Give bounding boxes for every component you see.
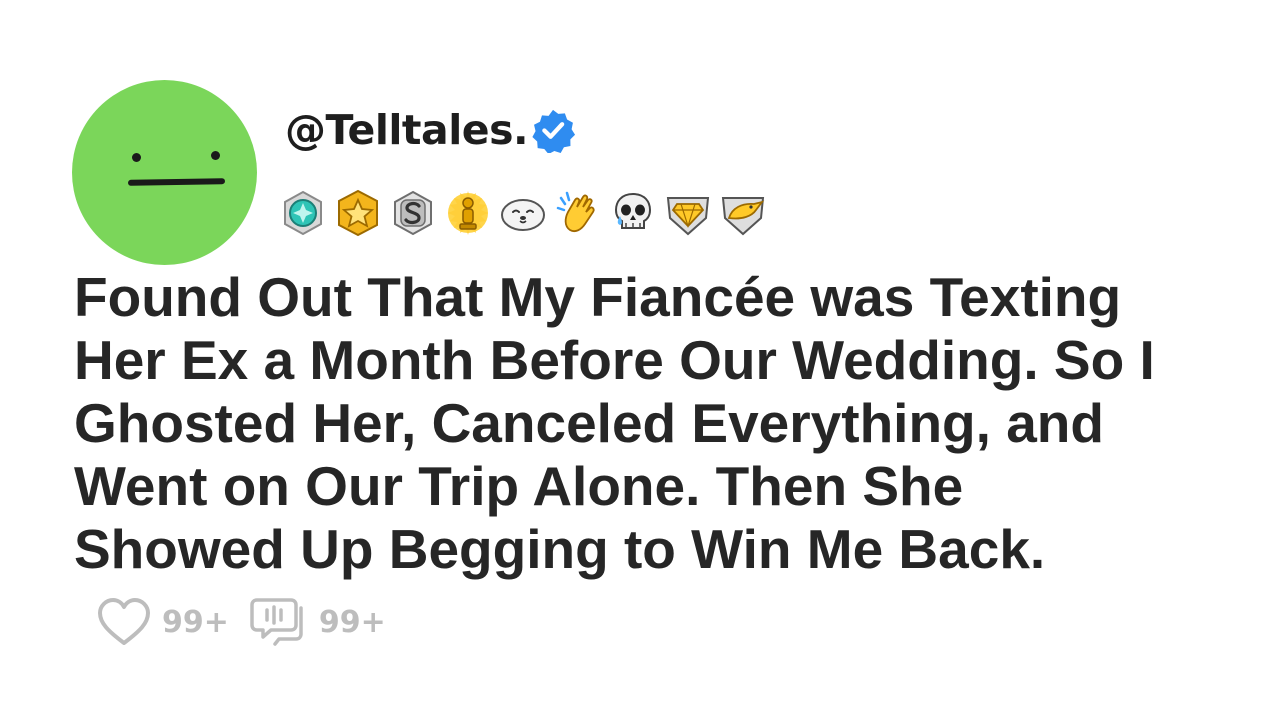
comment-icon[interactable] bbox=[249, 594, 309, 650]
teal-gem-medal-icon[interactable] bbox=[278, 188, 328, 238]
comment-count: 99+ bbox=[318, 604, 386, 640]
silver-s-medal-icon[interactable] bbox=[388, 188, 438, 238]
gold-bird-shield-icon[interactable] bbox=[718, 188, 768, 238]
gold-diamond-shield-icon[interactable] bbox=[663, 188, 713, 238]
author-row: @Telltales. bbox=[285, 102, 576, 158]
author-handle[interactable]: @Telltales. bbox=[285, 106, 529, 154]
avatar-right-eye bbox=[211, 151, 220, 160]
crying-skull-icon[interactable] bbox=[608, 188, 658, 238]
gold-star-medal-icon[interactable] bbox=[333, 188, 383, 238]
avatar-mouth bbox=[127, 178, 226, 186]
clapping-hands-icon[interactable] bbox=[553, 188, 603, 238]
avatar[interactable] bbox=[72, 80, 257, 265]
engagement-bar: 99+ 99+ bbox=[96, 594, 386, 650]
gold-trophy-figure-icon[interactable] bbox=[443, 188, 493, 238]
seal-face-icon[interactable] bbox=[498, 188, 548, 238]
avatar-left-eye bbox=[132, 153, 141, 162]
like-count: 99+ bbox=[162, 604, 229, 640]
verified-badge-icon bbox=[532, 109, 576, 153]
awards-row bbox=[278, 186, 768, 240]
heart-icon[interactable] bbox=[96, 596, 152, 648]
post-title: Found Out That My Fiancée was Texting He… bbox=[74, 266, 1155, 580]
